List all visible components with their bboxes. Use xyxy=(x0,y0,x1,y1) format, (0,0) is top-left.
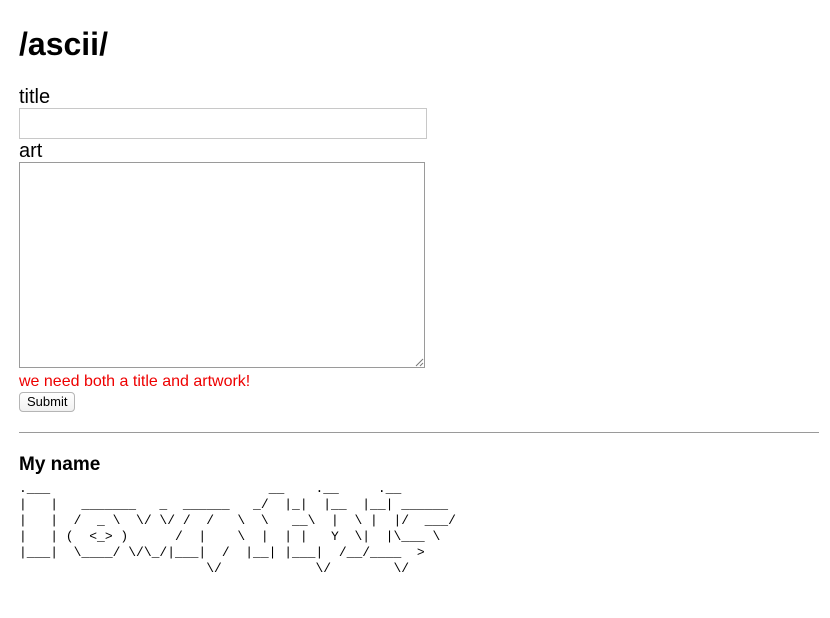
page-title: /ascii/ xyxy=(19,26,108,62)
artwork-title: My name xyxy=(19,454,101,475)
art-textarea[interactable] xyxy=(19,162,425,368)
artwork-art: .___ __ .__ .__ | | _______ _ ______ _/ … xyxy=(19,481,456,576)
resize-grip-icon[interactable] xyxy=(414,357,424,367)
divider xyxy=(19,432,819,433)
art-label: art xyxy=(19,140,43,162)
title-input[interactable] xyxy=(19,108,427,139)
error-message: we need both a title and artwork! xyxy=(19,373,251,390)
submit-button[interactable]: Submit xyxy=(19,392,76,412)
title-label: title xyxy=(19,86,51,108)
